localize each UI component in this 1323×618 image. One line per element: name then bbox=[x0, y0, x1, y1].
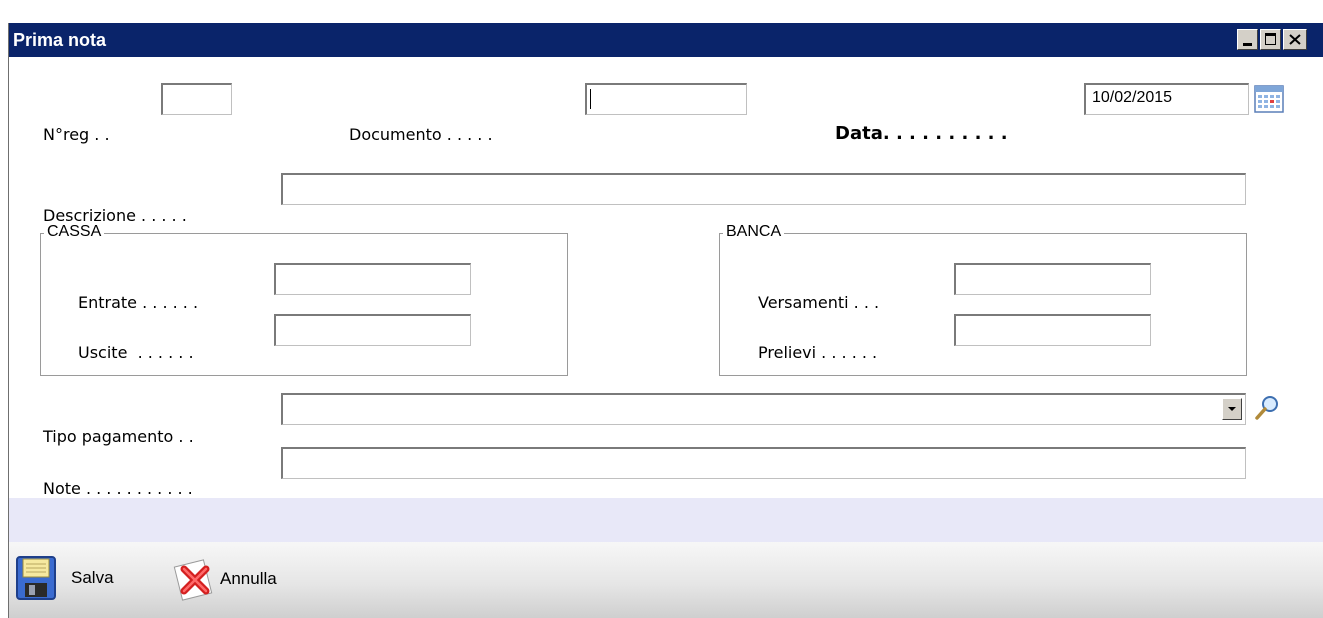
window-title: Prima nota bbox=[13, 30, 107, 50]
title-bar[interactable]: Prima nota bbox=[9, 23, 1323, 57]
data-label: Data. . . . . . . . . . bbox=[835, 123, 1008, 144]
minimize-button[interactable] bbox=[1237, 29, 1258, 50]
nreg-input[interactable] bbox=[161, 83, 232, 115]
bottom-toolbar: Salva Annulla bbox=[9, 542, 1323, 618]
nreg-label: N°reg . . bbox=[43, 125, 110, 144]
dropdown-arrow-icon[interactable] bbox=[1222, 398, 1242, 420]
versamenti-input[interactable] bbox=[954, 263, 1151, 295]
entrate-input[interactable] bbox=[274, 263, 471, 295]
maximize-button[interactable] bbox=[1260, 29, 1281, 50]
text-cursor bbox=[590, 89, 591, 109]
uscite-input[interactable] bbox=[274, 314, 471, 346]
cancel-button[interactable]: Annulla bbox=[172, 557, 277, 601]
magnifier-icon[interactable] bbox=[1252, 393, 1282, 423]
versamenti-label: Versamenti . . . bbox=[758, 293, 880, 312]
prelievi-input[interactable] bbox=[954, 314, 1151, 346]
banca-title: BANCA bbox=[723, 223, 785, 241]
save-label: Salva bbox=[71, 568, 114, 587]
note-label: Note . . . . . . . . . . . bbox=[43, 479, 193, 498]
entrate-label: Entrate . . . . . . bbox=[78, 293, 199, 312]
documento-input[interactable] bbox=[585, 83, 747, 115]
descrizione-input[interactable] bbox=[281, 173, 1246, 205]
red-x-icon bbox=[173, 559, 213, 601]
floppy-disk-icon bbox=[16, 556, 56, 600]
status-strip bbox=[9, 498, 1323, 542]
documento-label: Documento . . . . . bbox=[349, 125, 493, 144]
prelievi-label: Prelievi . . . . . . bbox=[758, 343, 878, 362]
save-button[interactable]: Salva bbox=[15, 555, 114, 601]
tipo-pagamento-select[interactable] bbox=[281, 393, 1246, 425]
calendar-icon[interactable] bbox=[1254, 84, 1284, 114]
cancel-label: Annulla bbox=[220, 569, 277, 588]
note-input[interactable] bbox=[281, 447, 1246, 479]
close-icon bbox=[1289, 34, 1301, 45]
prima-nota-window: Prima nota N°reg . . Documento . . . . .… bbox=[8, 23, 1323, 618]
data-input[interactable]: 10/02/2015 bbox=[1084, 83, 1249, 115]
tipo-pagamento-label: Tipo pagamento . . bbox=[43, 427, 194, 446]
cassa-title: CASSA bbox=[44, 223, 105, 241]
close-button[interactable] bbox=[1283, 29, 1307, 50]
uscite-label: Uscite . . . . . . bbox=[78, 343, 194, 362]
